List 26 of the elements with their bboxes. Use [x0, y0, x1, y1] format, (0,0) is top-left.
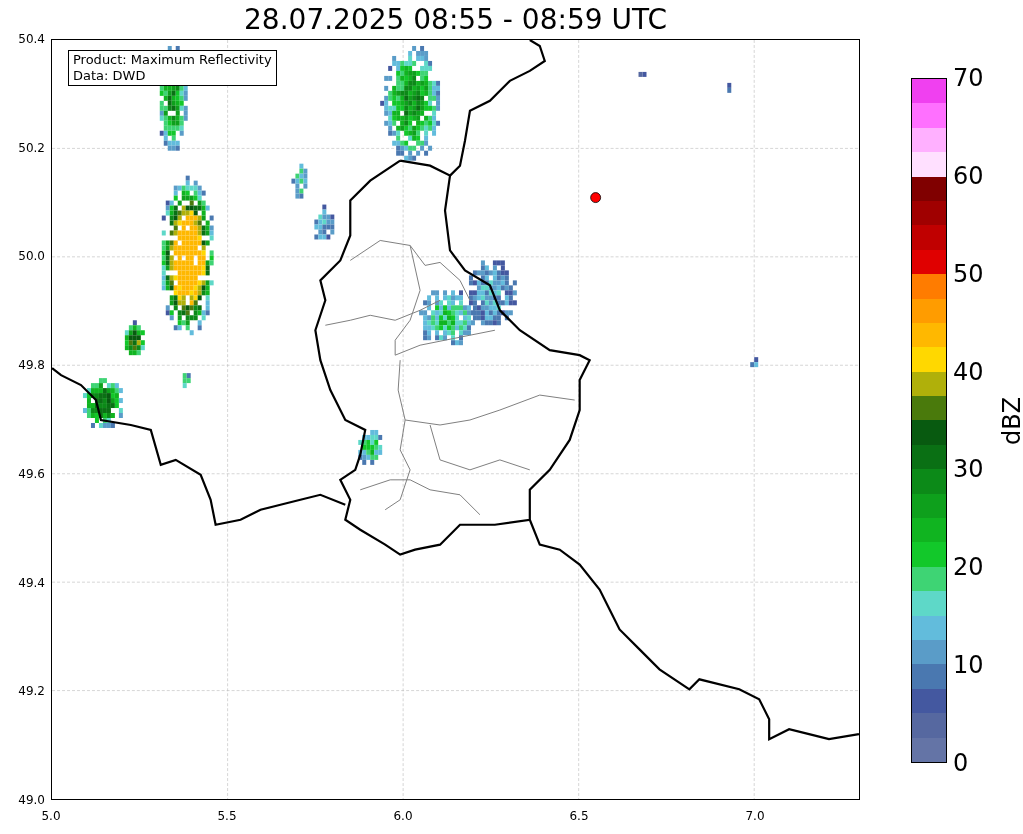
y-tick-label: 50.4: [18, 32, 45, 46]
colorbar-tick-label: 40: [953, 357, 985, 386]
colorbar-tick-label: 60: [953, 161, 985, 190]
colorbar-tick-label: 70: [953, 64, 985, 92]
colorbar-label: dBZ: [1000, 396, 1023, 445]
y-tick-label: 49.8: [18, 358, 45, 373]
colorbar-tick-label: 50: [953, 259, 985, 288]
y-tick-label: 49.2: [18, 684, 45, 699]
colorbar-tick-label: 20: [953, 553, 985, 582]
legend-text: Data: DWD: [73, 68, 147, 84]
chart-title: 28.07.2025 08:55 - 08:59 UTC: [244, 5, 667, 34]
y-tick-label: 49.0: [18, 792, 45, 807]
colorbar-tick-label: 10: [953, 651, 985, 680]
location-marker: [590, 192, 601, 203]
x-tick-label: 6.5: [568, 809, 590, 823]
y-tick-label: 50.0: [18, 249, 45, 264]
y-tick-label: 49.4: [18, 575, 45, 590]
y-tick-label: 50.2: [18, 140, 45, 155]
colorbar-tick-label: 30: [953, 455, 985, 484]
y-tick-label: 49.6: [18, 466, 45, 481]
x-tick-label: 7.0: [744, 809, 766, 823]
legend-text: Product: Maximum Reflectivity: [73, 52, 272, 68]
x-tick-label: 5.5: [216, 809, 238, 823]
x-tick-label: 6.0: [392, 809, 414, 823]
colorbar-tick-label: 0: [953, 748, 970, 777]
x-tick-label: 5.0: [40, 809, 62, 823]
